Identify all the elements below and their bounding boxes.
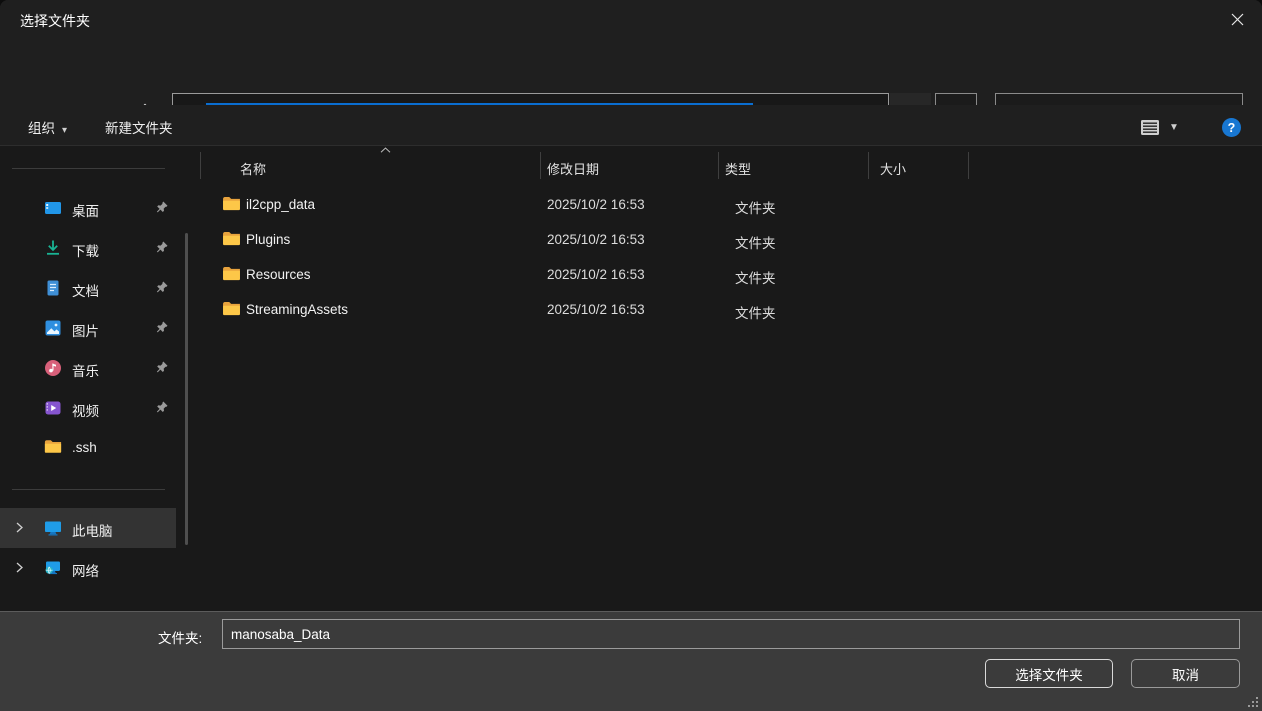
sidebar-item-network[interactable]: 网络 [0, 548, 176, 588]
file-type: 文件夹 [735, 267, 776, 287]
folder-icon [222, 266, 241, 281]
details-view-icon [1140, 119, 1160, 136]
sidebar-separator [12, 489, 165, 490]
sidebar-item-music[interactable]: 音乐 [0, 348, 176, 388]
sidebar-item-ssh[interactable]: .ssh [0, 428, 176, 468]
sidebar-item-label: 图片 [72, 320, 99, 340]
sidebar-item-label: 文档 [72, 280, 99, 300]
sidebar-item-label: 此电脑 [72, 520, 113, 540]
sidebar-item-downloads[interactable]: 下载 [0, 228, 176, 268]
music-icon [44, 359, 62, 377]
chevron-right-icon[interactable] [15, 522, 24, 533]
sidebar-item-label: .ssh [72, 440, 97, 455]
sidebar-item-label: 音乐 [72, 360, 99, 380]
column-header-date[interactable]: 修改日期 [547, 159, 599, 178]
navigation-bar: C:\Program Files (x86)\Steam\steamapps\c… [0, 40, 1262, 105]
folder-name-label: 文件夹: [158, 627, 202, 647]
file-name: Resources [246, 267, 311, 282]
file-row-il2cpp-data[interactable]: il2cpp_data 2025/10/2 16:53 文件夹 [200, 188, 1254, 223]
dialog-title: 选择文件夹 [20, 11, 90, 31]
file-date: 2025/10/2 16:53 [547, 197, 645, 212]
file-name: StreamingAssets [246, 302, 348, 317]
column-divider[interactable] [968, 152, 969, 179]
folder-icon [222, 196, 241, 211]
pin-icon [156, 321, 168, 333]
help-icon: ? [1228, 121, 1236, 135]
cancel-button[interactable]: 取消 [1131, 659, 1240, 688]
pin-icon [156, 361, 168, 373]
file-row-plugins[interactable]: Plugins 2025/10/2 16:53 文件夹 [200, 223, 1254, 258]
dialog-footer: 文件夹: 选择文件夹 取消 [0, 611, 1262, 711]
select-folder-dialog: 选择文件夹 C:\Program Files (x86)\Steam\steam… [0, 0, 1262, 711]
close-icon [1231, 13, 1244, 26]
change-view-button[interactable]: ▼ [1140, 115, 1196, 139]
desktop-icon [44, 199, 62, 217]
videos-icon [44, 399, 62, 417]
column-headers: 名称 修改日期 类型 大小 [200, 146, 1262, 185]
sort-ascending-icon [380, 147, 391, 153]
column-divider[interactable] [868, 152, 869, 179]
pin-icon [156, 281, 168, 293]
file-type: 文件夹 [735, 232, 776, 252]
file-list: 名称 修改日期 类型 大小 il2cpp_data 2025/10/2 16:5… [200, 146, 1262, 611]
organize-label: 组织 [28, 121, 55, 136]
title-bar: 选择文件夹 [0, 0, 1262, 40]
sidebar-item-videos[interactable]: 视频 [0, 388, 176, 428]
sidebar-item-desktop[interactable]: 桌面 [0, 188, 176, 228]
pin-icon [156, 401, 168, 413]
select-folder-button[interactable]: 选择文件夹 [985, 659, 1113, 688]
column-header-size[interactable]: 大小 [880, 159, 906, 178]
command-bar: 组织 ▾ 新建文件夹 ▼ ? [0, 105, 1262, 146]
pin-icon [156, 201, 168, 213]
close-button[interactable] [1214, 2, 1260, 36]
file-type: 文件夹 [735, 197, 776, 217]
main-content: 桌面 下载 文档 图片 音乐 [0, 146, 1262, 611]
file-date: 2025/10/2 16:53 [547, 302, 645, 317]
chevron-right-icon[interactable] [15, 562, 24, 573]
downloads-icon [44, 239, 62, 257]
column-divider[interactable] [540, 152, 541, 179]
sidebar-item-label: 视频 [72, 400, 99, 420]
sidebar-item-label: 桌面 [72, 200, 99, 220]
caret-down-icon: ▾ [62, 125, 67, 136]
documents-icon [44, 279, 62, 297]
folder-icon [222, 231, 241, 246]
column-divider[interactable] [200, 152, 201, 179]
file-name: Plugins [246, 232, 290, 247]
sidebar-item-label: 网络 [72, 560, 99, 580]
new-folder-label: 新建文件夹 [105, 121, 173, 136]
sidebar-item-this-pc[interactable]: 此电脑 [0, 508, 176, 548]
this-pc-icon [44, 519, 62, 537]
file-date: 2025/10/2 16:53 [547, 267, 645, 282]
column-header-name[interactable]: 名称 [240, 159, 266, 178]
new-folder-button[interactable]: 新建文件夹 [105, 117, 173, 137]
file-row-resources[interactable]: Resources 2025/10/2 16:53 文件夹 [200, 258, 1254, 293]
file-row-streamingassets[interactable]: StreamingAssets 2025/10/2 16:53 文件夹 [200, 293, 1254, 328]
sidebar-separator [12, 168, 165, 169]
sidebar-scrollbar[interactable] [185, 233, 188, 545]
organize-menu-button[interactable]: 组织 ▾ [28, 117, 67, 137]
help-button[interactable]: ? [1222, 118, 1241, 137]
sidebar-item-documents[interactable]: 文档 [0, 268, 176, 308]
folder-icon [44, 439, 62, 457]
sidebar-item-pictures[interactable]: 图片 [0, 308, 176, 348]
file-type: 文件夹 [735, 302, 776, 322]
folder-icon [222, 301, 241, 316]
caret-down-icon: ▼ [1169, 122, 1179, 133]
column-header-type[interactable]: 类型 [725, 159, 751, 178]
file-date: 2025/10/2 16:53 [547, 232, 645, 247]
network-icon [44, 559, 62, 577]
folder-name-input[interactable] [222, 619, 1240, 649]
navigation-pane: 桌面 下载 文档 图片 音乐 [0, 146, 200, 611]
resize-grip[interactable] [1248, 697, 1259, 708]
sidebar-item-label: 下载 [72, 240, 99, 260]
pictures-icon [44, 319, 62, 337]
column-divider[interactable] [718, 152, 719, 179]
file-name: il2cpp_data [246, 197, 315, 212]
pin-icon [156, 241, 168, 253]
